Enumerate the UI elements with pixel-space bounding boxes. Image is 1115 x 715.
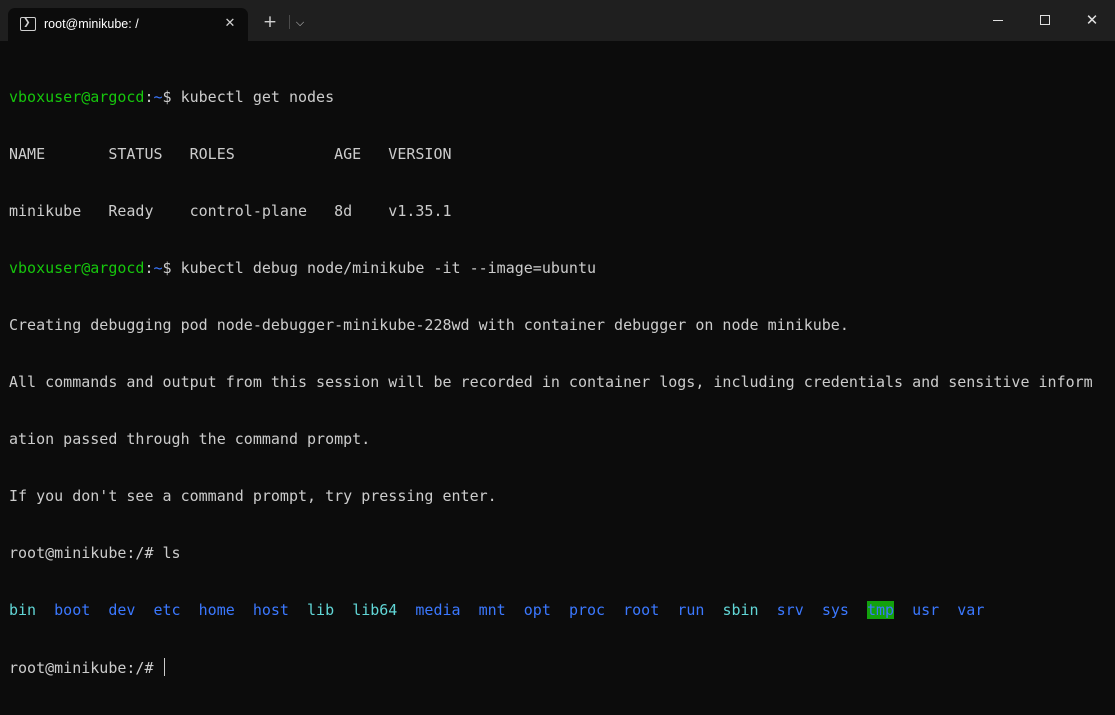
ls-entry-media: media — [415, 601, 461, 619]
prompt-line: vboxuser@argocd:~$ kubectl debug node/mi… — [9, 259, 1093, 278]
close-tab-icon[interactable]: ✕ — [221, 14, 239, 34]
root-prompt: root@minikube:/# — [9, 659, 163, 677]
tab-separator — [289, 15, 290, 29]
prompt-path: ~ — [153, 88, 163, 106]
output-line: If you don't see a command prompt, try p… — [9, 487, 497, 505]
ls-entry-srv: srv — [776, 601, 804, 619]
ls-entry-sbin: sbin — [722, 601, 759, 619]
title-bar: ❯ root@minikube: / ✕ + ⌵ ✕ — [0, 0, 1115, 41]
maximize-button[interactable] — [1022, 0, 1068, 41]
command-text: kubectl debug node/minikube -it --image=… — [180, 259, 597, 277]
command-text: kubectl get nodes — [180, 88, 335, 106]
prompt-path: ~ — [153, 259, 163, 277]
ls-entry-lib: lib — [307, 601, 335, 619]
ls-entry-sys: sys — [821, 601, 849, 619]
ls-entry-root: root — [623, 601, 660, 619]
prompt-line: vboxuser@argocd:~$ kubectl get nodes — [9, 88, 1093, 107]
new-tab-button[interactable]: + — [260, 12, 280, 32]
tab-title: root@minikube: / — [44, 17, 139, 31]
ls-entry-dev: dev — [108, 601, 136, 619]
ls-entry-mnt: mnt — [478, 601, 506, 619]
ls-entry-var: var — [957, 601, 985, 619]
prompt-user: vboxuser@argocd — [9, 88, 145, 106]
root-prompt: root@minikube:/# — [9, 544, 163, 562]
output-line: Creating debugging pod node-debugger-min… — [9, 316, 849, 334]
table-row: minikube Ready control-plane 8d v1.35.1 — [9, 202, 452, 220]
ls-entry-lib64: lib64 — [352, 601, 398, 619]
output-line: ation passed through the command prompt. — [9, 430, 371, 448]
ls-entry-tmp: tmp — [866, 601, 895, 619]
ls-entry-home: home — [198, 601, 235, 619]
ls-entry-usr: usr — [912, 601, 940, 619]
root-prompt-line: root@minikube:/# — [9, 658, 1093, 677]
maximize-icon — [1040, 15, 1050, 25]
ls-entry-host: host — [252, 601, 289, 619]
tab-root-minikube[interactable]: ❯ root@minikube: / ✕ — [8, 8, 248, 41]
prompt-separator: : — [144, 259, 154, 277]
close-window-button[interactable]: ✕ — [1069, 0, 1115, 41]
root-prompt-line: root@minikube:/# ls — [9, 544, 1093, 563]
ls-output: bin boot dev etc home host lib lib64 med… — [9, 601, 1093, 620]
prompt-user: vboxuser@argocd — [9, 259, 145, 277]
prompt-symbol: $ — [162, 259, 181, 277]
ls-entry-bin: bin — [9, 601, 37, 619]
chevron-down-icon[interactable]: ⌵ — [292, 13, 308, 33]
prompt-separator: : — [144, 88, 154, 106]
table-header: NAME STATUS ROLES AGE VERSION — [9, 145, 452, 163]
powershell-icon: ❯ — [20, 17, 36, 31]
text-cursor — [163, 658, 165, 676]
minimize-icon — [993, 20, 1003, 21]
ls-entry-proc: proc — [568, 601, 606, 619]
minimize-button[interactable] — [975, 0, 1021, 41]
ls-entry-etc: etc — [153, 601, 181, 619]
prompt-symbol: $ — [162, 88, 181, 106]
terminal-output: vboxuser@argocd:~$ kubectl get nodes NAM… — [9, 50, 1093, 715]
command-text: ls — [162, 544, 181, 562]
close-icon: ✕ — [1085, 11, 1099, 29]
terminal-window: ❯ root@minikube: / ✕ + ⌵ ✕ vboxuser@argo… — [0, 0, 1115, 677]
ls-entry-boot: boot — [54, 601, 91, 619]
output-line: All commands and output from this sessio… — [9, 373, 1093, 391]
ls-entry-run: run — [677, 601, 705, 619]
ls-entry-opt: opt — [523, 601, 551, 619]
terminal-area[interactable]: vboxuser@argocd:~$ kubectl get nodes NAM… — [0, 41, 1115, 677]
